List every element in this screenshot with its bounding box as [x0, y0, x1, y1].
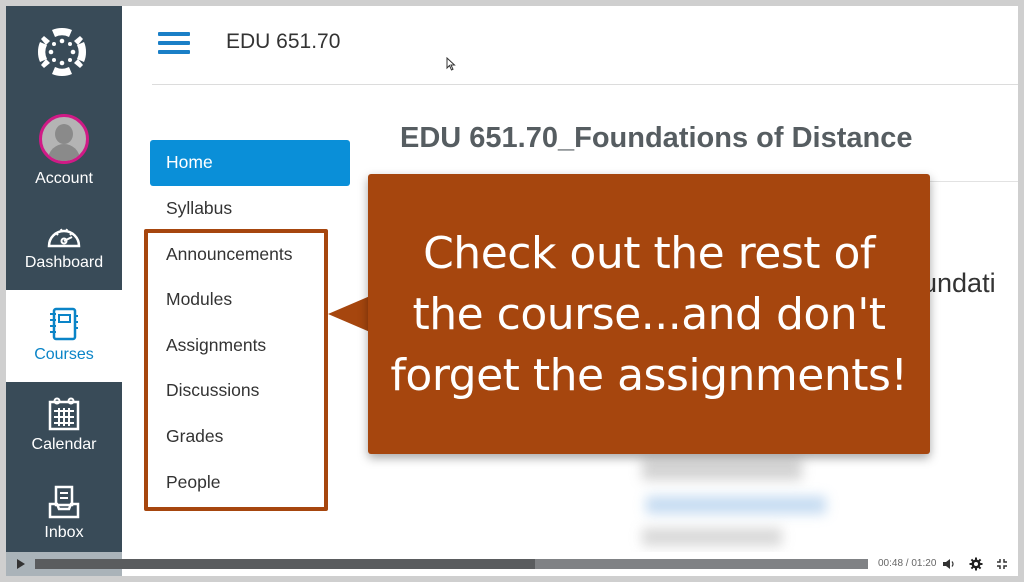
callout-line: the course...and don't	[412, 288, 886, 340]
exit-fullscreen-icon[interactable]	[996, 558, 1008, 570]
courses-icon	[50, 307, 78, 341]
callout-pointer	[328, 296, 370, 332]
nav-item-dashboard[interactable]: Dashboard	[6, 220, 122, 272]
blurred-instructor-phone	[642, 528, 782, 546]
mouse-cursor-icon	[446, 57, 456, 71]
course-nav-syllabus[interactable]: Syllabus	[150, 186, 350, 232]
callout-line: Check out the rest of	[423, 227, 875, 279]
nav-item-courses[interactable]: Courses	[6, 290, 122, 382]
play-icon[interactable]	[17, 559, 25, 569]
content-heading-partial: undati	[922, 268, 996, 298]
callout-line: forget the assignments!	[390, 349, 908, 401]
callout-annotation: Check out the rest of the course...and d…	[368, 174, 930, 454]
volume-icon[interactable]	[942, 558, 956, 570]
nav-label: Inbox	[44, 524, 84, 541]
nav-highlight-box	[144, 229, 328, 511]
blurred-instructor-name	[642, 458, 802, 480]
inbox-icon	[48, 485, 80, 519]
breadcrumb-course-code[interactable]: EDU 651.70	[226, 30, 340, 54]
settings-gear-icon[interactable]	[969, 557, 983, 571]
nav-item-inbox[interactable]: Inbox	[6, 484, 122, 542]
header-divider	[152, 84, 1018, 85]
callout-text: Check out the rest of the course...and d…	[390, 223, 908, 406]
global-nav: Account Dashboard Courses Calendar Inbox	[6, 6, 122, 576]
progress-track[interactable]	[35, 559, 868, 569]
nav-label: Calendar	[31, 436, 97, 453]
hamburger-menu-button[interactable]	[158, 32, 190, 56]
avatar-icon	[39, 114, 89, 164]
time-display: 00:48 / 01:20	[878, 558, 937, 569]
calendar-icon	[48, 397, 80, 431]
nav-label: Courses	[34, 346, 94, 363]
canvas-logo-icon[interactable]	[34, 24, 90, 80]
course-nav-home[interactable]: Home	[150, 140, 350, 186]
nav-item-calendar[interactable]: Calendar	[6, 396, 122, 454]
dashboard-icon	[47, 228, 81, 248]
nav-item-account[interactable]: Account	[6, 114, 122, 188]
nav-label: Account	[35, 170, 93, 187]
blurred-instructor-email[interactable]	[646, 496, 826, 514]
video-controls: 00:48 / 01:20	[6, 552, 1018, 576]
nav-label: Dashboard	[24, 254, 104, 271]
video-frame: Account Dashboard Courses Calendar Inbox…	[6, 6, 1018, 576]
progress-fill	[35, 559, 535, 569]
course-title: EDU 651.70_Foundations of Distance	[400, 122, 913, 154]
